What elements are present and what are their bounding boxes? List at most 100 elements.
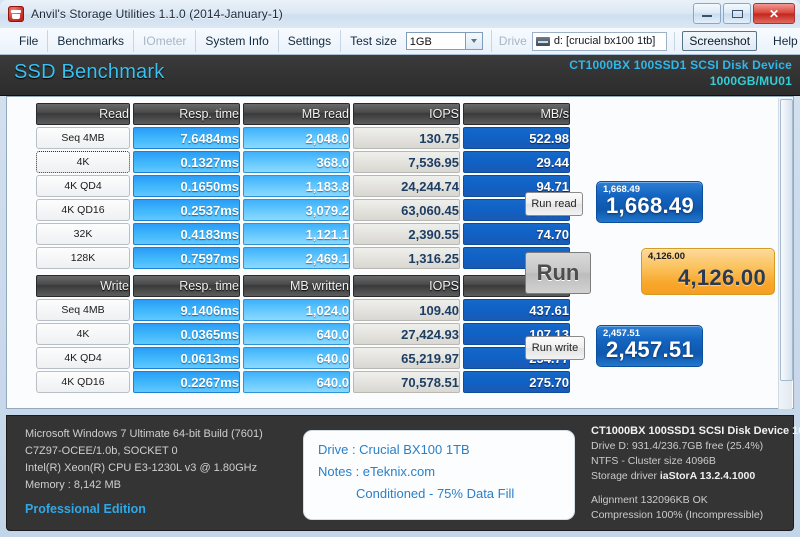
write-cell-iops: 27,424.93 (353, 323, 460, 345)
read-cell-iops: 130.75 (353, 127, 460, 149)
read-cell-resp: 0.4183ms (133, 223, 240, 245)
read-cell-resp: 7.6484ms (133, 127, 240, 149)
read-cell-mb: 3,079.2 (243, 199, 350, 221)
total-score-box: 4,126.00 4,126.00 (641, 248, 775, 295)
write-cell-mbs: 437.61 (463, 299, 570, 321)
drive-label: Drive (498, 34, 527, 48)
scrollbar-thumb[interactable] (780, 99, 793, 381)
drive-info-driver-value: iaStorA 13.2.4.1000 (659, 470, 756, 482)
test-size-input[interactable]: 1GB (405, 32, 466, 50)
read-cell-mb: 2,048.0 (243, 127, 350, 149)
table-row: 4K 0.1327ms 368.0 7,536.95 29.44 (36, 151, 570, 173)
write-cell-iops: 65,219.97 (353, 347, 460, 369)
write-results-table: Write Resp. time MB written IOPS MB/s Se… (33, 273, 573, 395)
window-controls: ✕ (693, 3, 795, 24)
read-cell-iops: 63,060.45 (353, 199, 460, 221)
write-score-value: 2,457.51 (605, 337, 694, 362)
write-row-label[interactable]: Seq 4MB (36, 299, 130, 321)
read-row-label[interactable]: 4K QD4 (36, 175, 130, 197)
page-title: SSD Benchmark (14, 61, 165, 83)
read-row-label[interactable]: 32K (36, 223, 130, 245)
screenshot-button[interactable]: Screenshot (682, 31, 758, 51)
menu-item-file[interactable]: File (10, 30, 49, 52)
read-col-header-mbs: MB/s (463, 103, 570, 125)
drive-info-fs: NTFS - Cluster size 4096B (591, 455, 716, 467)
table-row: 4K QD16 0.2267ms 640.0 70,578.51 275.70 (36, 371, 570, 393)
write-score-box: 2,457.51 2,457.51 (596, 325, 703, 367)
vertical-scrollbar[interactable] (778, 98, 793, 409)
drive-info-device: CT1000BX 100SSD1 SCSI Disk Device 1000GB (591, 425, 800, 437)
table-header-row: Read Resp. time MB read IOPS MB/s (36, 103, 570, 125)
write-cell-resp: 0.0365ms (133, 323, 240, 345)
write-row-label[interactable]: 4K QD4 (36, 347, 130, 369)
read-cell-mbs: 74.70 (463, 223, 570, 245)
write-cell-iops: 70,578.51 (353, 371, 460, 393)
menu-item-iometer: IOmeter (134, 30, 197, 52)
run-button[interactable]: Run (525, 252, 591, 294)
write-row-label[interactable]: 4K QD16 (36, 371, 130, 393)
results-panel: Read Resp. time MB read IOPS MB/s Seq 4M… (6, 96, 794, 409)
read-score-value: 1,668.49 (605, 193, 694, 218)
write-col-header-mb: MB written (243, 275, 350, 297)
read-cell-mb: 368.0 (243, 151, 350, 173)
menu-bar: File Benchmarks IOmeter System Info Sett… (0, 28, 800, 55)
minimize-button[interactable] (693, 3, 721, 24)
table-row: 32K 0.4183ms 1,121.1 2,390.55 74.70 (36, 223, 570, 245)
read-cell-mb: 1,121.1 (243, 223, 350, 245)
read-col-header-mb: MB read (243, 103, 350, 125)
write-cell-resp: 0.2267ms (133, 371, 240, 393)
read-row-label[interactable]: 4K (36, 151, 130, 173)
read-cell-resp: 0.1327ms (133, 151, 240, 173)
test-size-dropdown-button[interactable] (465, 32, 483, 50)
close-button[interactable]: ✕ (753, 3, 795, 24)
read-cell-iops: 2,390.55 (353, 223, 460, 245)
read-row-label[interactable]: 4K QD16 (36, 199, 130, 221)
menu-item-help[interactable]: Help (764, 30, 800, 52)
notes-card: Drive : Crucial BX100 1TB Notes : eTekni… (303, 430, 575, 520)
test-size-label: Test size (350, 34, 397, 48)
write-cell-mbs: 275.70 (463, 371, 570, 393)
anvil-icon (8, 6, 24, 22)
menu-item-settings[interactable]: Settings (279, 30, 342, 52)
drive-select[interactable]: d: [crucial bx100 1tb] (531, 31, 668, 51)
write-col-header-iops: IOPS (353, 275, 460, 297)
total-score-small: 4,126.00 (648, 251, 685, 262)
system-info-line: C7Z97-OCEE/1.0b, SOCKET 0 (25, 445, 178, 457)
write-col-header-resp: Resp. time (133, 275, 240, 297)
run-read-button[interactable]: Run read (525, 192, 583, 216)
notes-condition-line: Conditioned - 75% Data Fill (356, 486, 515, 501)
device-header: CT1000BX 100SSD1 SCSI Disk Device 1000GB… (569, 57, 792, 89)
read-cell-mbs: 29.44 (463, 151, 570, 173)
table-row: 4K QD4 0.1650ms 1,183.8 24,244.74 94.71 (36, 175, 570, 197)
write-cell-mb: 1,024.0 (243, 299, 350, 321)
write-cell-mb: 640.0 (243, 323, 350, 345)
run-write-button[interactable]: Run write (525, 336, 585, 360)
table-row: Seq 4MB 9.1406ms 1,024.0 109.40 437.61 (36, 299, 570, 321)
drive-info-alignment: Alignment 132096KB OK (591, 494, 708, 506)
drive-icon (535, 36, 550, 46)
write-row-label[interactable]: 4K (36, 323, 130, 345)
read-score-box: 1,668.49 1,668.49 (596, 181, 703, 223)
benchmark-header-band: SSD Benchmark CT1000BX 100SSD1 SCSI Disk… (0, 55, 800, 96)
menu-item-system-info[interactable]: System Info (196, 30, 279, 52)
write-cell-mb: 640.0 (243, 347, 350, 369)
table-row: Seq 4MB 7.6484ms 2,048.0 130.75 522.98 (36, 127, 570, 149)
write-col-header-name: Write (36, 275, 130, 297)
table-row: 4K QD4 0.0613ms 640.0 65,219.97 254.77 (36, 347, 570, 369)
system-info-block: Microsoft Windows 7 Ultimate 64-bit Buil… (25, 426, 263, 518)
drive-group: Drive d: [crucial bx100 1tb] (492, 31, 676, 51)
write-cell-mb: 640.0 (243, 371, 350, 393)
read-col-header-resp: Resp. time (133, 103, 240, 125)
drive-info-driver-label: Storage driver (591, 470, 657, 482)
read-cell-iops: 7,536.95 (353, 151, 460, 173)
read-cell-resp: 0.1650ms (133, 175, 240, 197)
read-row-label[interactable]: Seq 4MB (36, 127, 130, 149)
read-cell-mb: 1,183.8 (243, 175, 350, 197)
read-row-label[interactable]: 128K (36, 247, 130, 269)
read-cell-iops: 24,244.74 (353, 175, 460, 197)
system-info-line: Memory : 8,142 MB (25, 479, 121, 491)
notes-notes-line: Notes : eTeknix.com (318, 464, 436, 479)
maximize-button[interactable] (723, 3, 751, 24)
menu-item-benchmarks[interactable]: Benchmarks (48, 30, 135, 52)
